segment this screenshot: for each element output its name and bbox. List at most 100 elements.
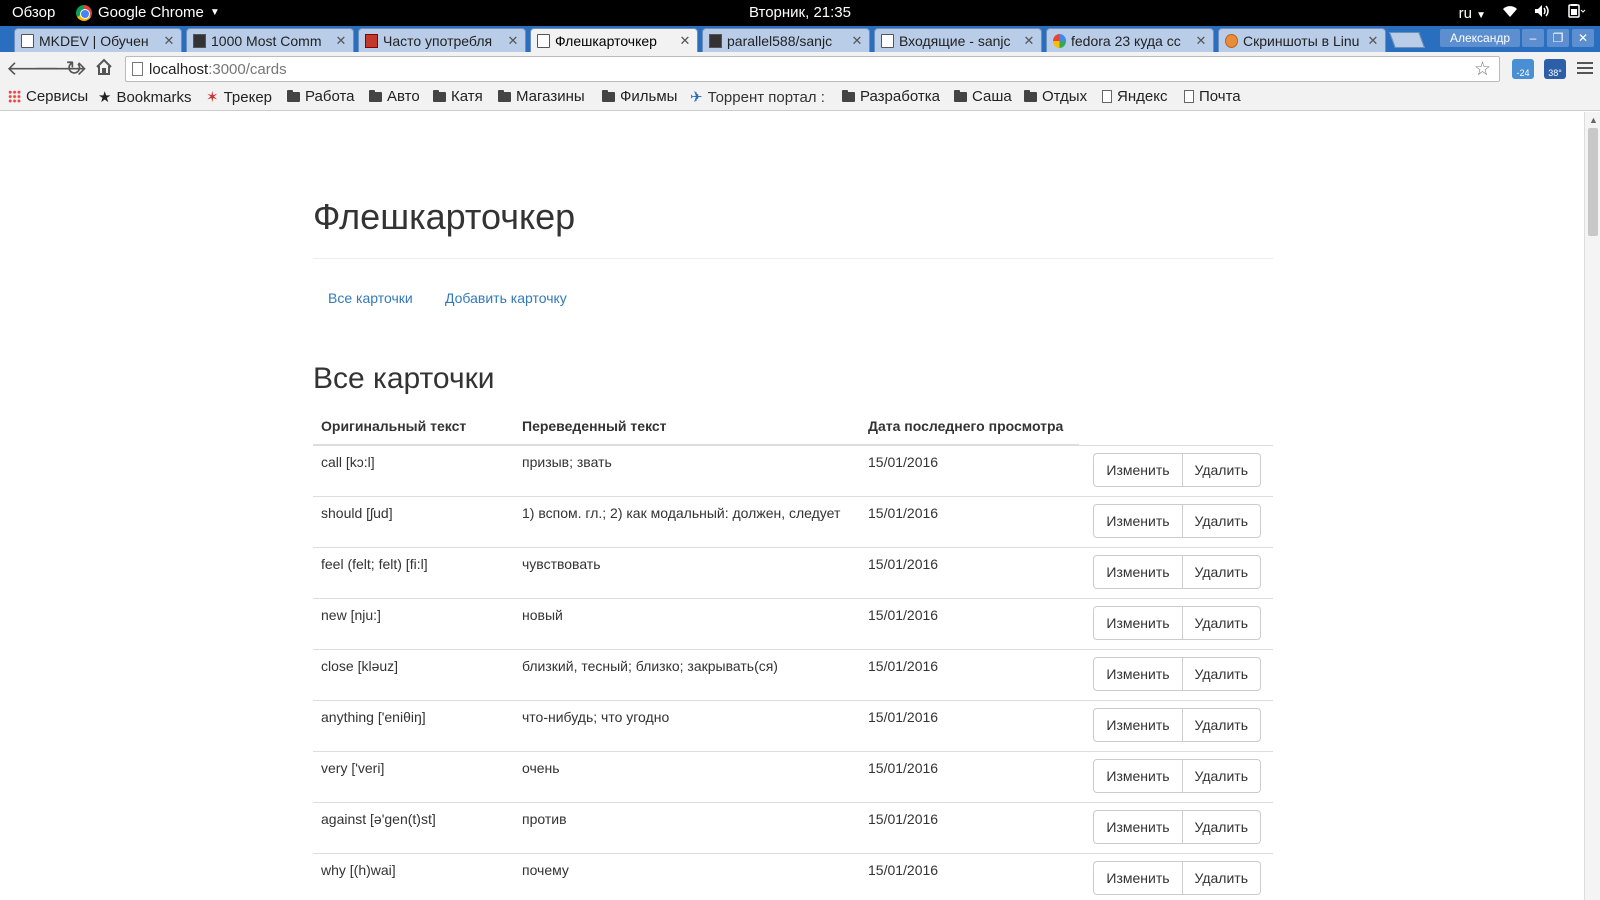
tab-6[interactable]: Входящие - sanjc ✕ — [874, 28, 1042, 52]
vertical-scrollbar[interactable]: ▲ — [1584, 112, 1600, 900]
doc-icon — [21, 33, 34, 48]
bookmark-torrent[interactable]: ✈ Торрент портал : — [690, 88, 825, 107]
bookmark-folder-auto[interactable]: Авто — [369, 88, 420, 105]
bookmark-star-icon[interactable]: ☆ — [1474, 58, 1491, 81]
close-icon[interactable]: ✕ — [850, 33, 864, 49]
delete-button[interactable]: Удалить — [1181, 758, 1261, 793]
bookmark-folder-rest[interactable]: Отдых — [1024, 88, 1087, 105]
close-icon[interactable]: ✕ — [334, 33, 348, 49]
tab-2[interactable]: 1000 Most Comm ✕ — [186, 28, 354, 52]
activities-button[interactable]: Обзор — [12, 4, 55, 21]
bookmark-label: Bookmarks — [116, 88, 192, 106]
bookmark-yandex[interactable]: Яндекс — [1102, 88, 1167, 105]
home-icon[interactable] — [93, 58, 115, 80]
home-icon — [365, 33, 378, 48]
bookmarks-bar: Сервисы ★ Bookmarks ✶ Трекер Работа Авто К… — [0, 86, 1600, 111]
delete-button[interactable]: Удалить — [1181, 707, 1261, 742]
weather-extension-icon[interactable]: -24 — [1512, 59, 1534, 79]
close-icon[interactable]: ✕ — [678, 33, 692, 49]
cell-original: why [(h)wai] — [313, 852, 514, 900]
cell-actions: Изменить Удалить — [1079, 444, 1273, 496]
delete-button[interactable]: Удалить — [1181, 809, 1261, 844]
bookmark-folder-shops[interactable]: Магазины — [498, 88, 585, 105]
system-tray[interactable]: ru ▼ — [1459, 4, 1586, 22]
temperature-extension-icon[interactable]: 38° — [1544, 59, 1566, 79]
close-icon[interactable]: ✕ — [1366, 33, 1380, 49]
volume-icon — [1534, 4, 1550, 22]
bookmark-tracker[interactable]: ✶ Трекер — [206, 88, 272, 107]
delete-button[interactable]: Удалить — [1181, 554, 1261, 589]
delete-button[interactable]: Удалить — [1181, 503, 1261, 538]
back-icon[interactable]: 🡐 — [6, 58, 60, 80]
page-icon — [1184, 90, 1194, 103]
close-icon[interactable]: ✕ — [506, 33, 520, 49]
cell-date: 15/01/2016 — [860, 597, 1079, 649]
app-menu[interactable]: Google Chrome ▼ — [76, 4, 220, 21]
bookmark-services[interactable]: Сервисы — [8, 88, 88, 105]
tab-7[interactable]: fedora 23 куда сс ✕ — [1046, 28, 1214, 52]
folder-icon — [842, 89, 855, 102]
edit-button[interactable]: Изменить — [1093, 860, 1183, 895]
delete-button[interactable]: Удалить — [1181, 860, 1261, 895]
tab-3[interactable]: Часто употребля ✕ — [358, 28, 526, 52]
delete-button[interactable]: Удалить — [1181, 605, 1261, 640]
page-icon — [132, 62, 143, 76]
input-language[interactable]: ru ▼ — [1459, 5, 1486, 22]
delete-button[interactable]: Удалить — [1181, 656, 1261, 691]
doc-icon — [881, 33, 894, 48]
folder-icon — [433, 89, 446, 102]
edit-button[interactable]: Изменить — [1093, 758, 1183, 793]
edit-button[interactable]: Изменить — [1093, 452, 1183, 487]
chevron-down-icon: ▼ — [209, 7, 220, 18]
restore-icon[interactable]: ❐ — [1547, 29, 1569, 47]
nav-add-card-link[interactable]: Добавить карточку — [445, 290, 567, 306]
bookmark-label: Отдых — [1042, 88, 1088, 105]
folder-icon — [498, 89, 511, 102]
bookmark-folder-sasha[interactable]: Саша — [954, 88, 1012, 105]
edit-button[interactable]: Изменить — [1093, 656, 1183, 691]
tab-8[interactable]: Скриншоты в Linu ✕ — [1218, 28, 1386, 52]
edit-button[interactable]: Изменить — [1093, 605, 1183, 640]
close-icon[interactable]: ✕ — [162, 33, 176, 49]
cell-actions: Изменить Удалить — [1079, 546, 1273, 598]
cell-translated: новый — [514, 597, 860, 649]
table-row: very ['veri] очень 15/01/2016 Изменить Уд… — [313, 750, 1273, 802]
bookmark-mail[interactable]: Почта — [1184, 88, 1241, 105]
chrome-logo-icon — [76, 4, 92, 21]
bookmark-folder-work[interactable]: Работа — [287, 88, 355, 105]
edit-button[interactable]: Изменить — [1093, 707, 1183, 742]
reload-icon[interactable]: ↻ — [63, 58, 85, 80]
address-bar[interactable]: localhost:3000/cards ☆ — [125, 56, 1500, 82]
close-window-icon[interactable]: ✕ — [1572, 29, 1594, 47]
new-tab-button[interactable] — [1389, 32, 1425, 48]
row-button-group: Изменить Удалить — [1093, 452, 1261, 487]
tab-1[interactable]: MKDEV | Обучен ✕ — [14, 28, 182, 52]
scroll-up-icon[interactable]: ▲ — [1589, 115, 1598, 125]
bookmark-folder-dev[interactable]: Разработка — [842, 88, 940, 105]
bookmark-label: Катя — [451, 88, 483, 105]
tab-label: fedora 23 куда сс — [1071, 32, 1181, 49]
bookmark-bookmarks[interactable]: ★ Bookmarks — [98, 88, 192, 107]
nav-all-cards-link[interactable]: Все карточки — [328, 290, 413, 306]
bookmark-folder-films[interactable]: Фильмы — [602, 88, 677, 105]
tab-4-active[interactable]: Флешкарточкер ✕ — [530, 28, 698, 53]
edit-button[interactable]: Изменить — [1093, 554, 1183, 589]
edit-button[interactable]: Изменить — [1093, 503, 1183, 538]
minimize-icon[interactable]: – — [1522, 29, 1544, 47]
delete-button[interactable]: Удалить — [1181, 452, 1261, 487]
row-button-group: Изменить Удалить — [1093, 860, 1261, 895]
menu-icon[interactable] — [1577, 60, 1593, 76]
browser-toolbar: 🡐 🡒 ↻ localhost:3000/cards ☆ -24 38° — [0, 52, 1600, 86]
edit-button[interactable]: Изменить — [1093, 809, 1183, 844]
scrollbar-thumb[interactable] — [1588, 128, 1598, 236]
cell-original: feel (felt; felt) [fi:l] — [313, 546, 514, 598]
close-icon[interactable]: ✕ — [1022, 33, 1036, 49]
forward-icon[interactable]: 🡒 — [34, 58, 88, 80]
tab-5[interactable]: parallel588/sanjc ✕ — [702, 28, 870, 52]
bookmark-folder-katya[interactable]: Катя — [433, 88, 483, 105]
cell-actions: Изменить Удалить — [1079, 750, 1273, 802]
close-icon[interactable]: ✕ — [1194, 33, 1208, 49]
clock[interactable]: Вторник, 21:35 — [749, 4, 851, 21]
profile-button[interactable]: Александр — [1440, 29, 1520, 47]
url-text: localhost:3000/cards — [149, 61, 287, 78]
